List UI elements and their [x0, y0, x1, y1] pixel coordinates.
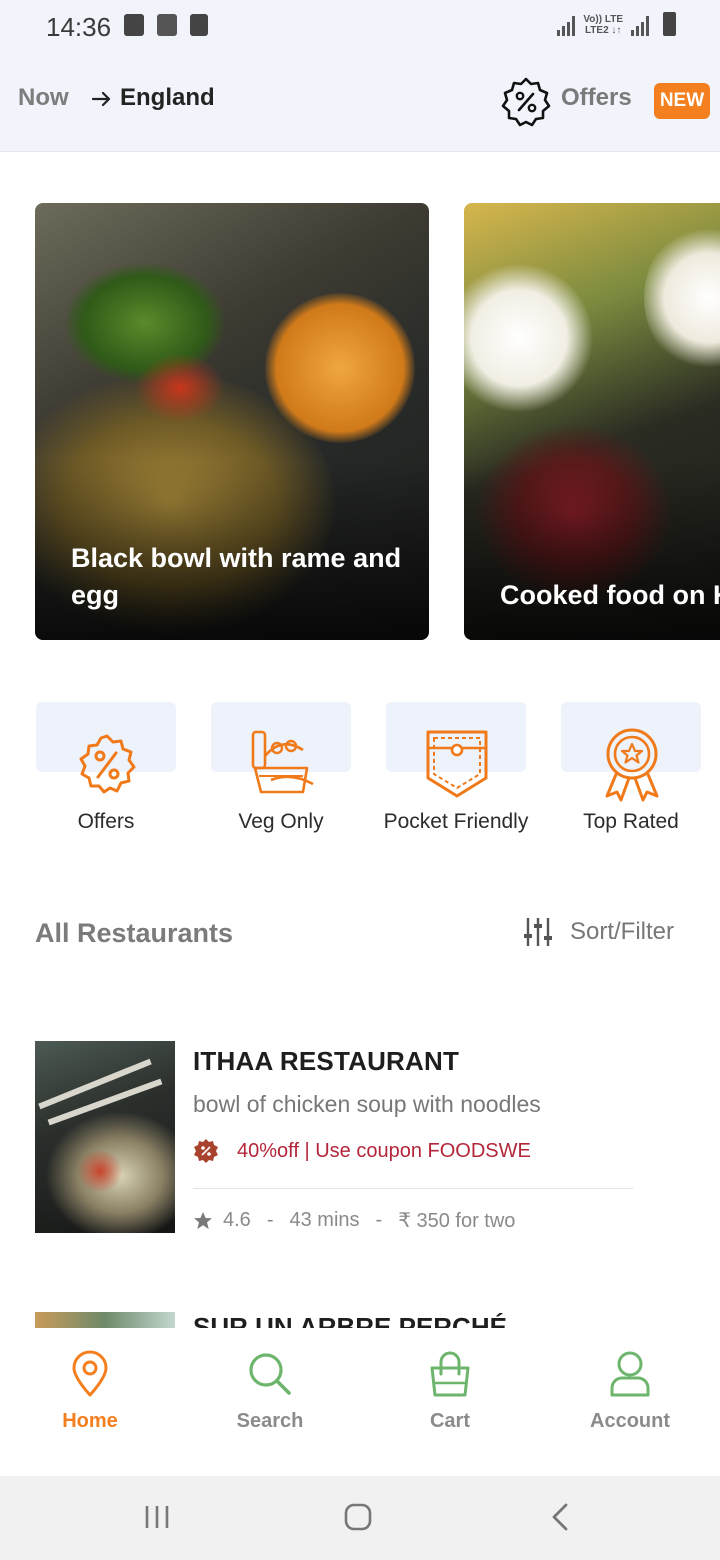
offer-badge-icon[interactable] — [500, 76, 552, 128]
restaurant-image[interactable] — [35, 1041, 175, 1233]
sort-filter-button[interactable]: Sort/Filter — [524, 916, 674, 948]
nav-cart[interactable]: Cart — [360, 1350, 540, 1433]
pocket-icon — [426, 730, 488, 798]
separator: - — [375, 1209, 383, 1231]
sort-filter-label: Sort/Filter — [570, 918, 675, 945]
back-button-icon[interactable] — [546, 1502, 576, 1532]
food-photo-pepper — [135, 353, 225, 423]
carousel-card[interactable]: Cooked food on Kahlo — [464, 203, 720, 640]
category-label: Pocket Friendly — [383, 810, 529, 833]
category-offers[interactable]: Offers — [36, 702, 176, 872]
category-veg-only[interactable]: Veg Only — [211, 702, 351, 872]
app-header: Now England Offers NEW — [0, 56, 720, 152]
nav-label: Home — [62, 1410, 118, 1432]
restaurant-name-text: SUR UN ARBRE PERCHÉ — [193, 1312, 507, 1328]
carousel-card[interactable]: Black bowl with rame and egg — [35, 203, 429, 640]
category-label: Offers — [77, 810, 135, 833]
nav-home[interactable]: Home — [0, 1350, 180, 1433]
restaurant-name[interactable]: ITHAA RESTAURANT — [193, 1046, 459, 1077]
discount-badge-icon — [194, 1139, 218, 1163]
lte-top-label: Vo)) LTE — [583, 14, 623, 25]
location-prefix[interactable]: Now — [18, 84, 69, 112]
food-photo-egg-2 — [644, 223, 720, 373]
offer-badge-icon — [79, 734, 136, 794]
star-icon — [194, 1211, 212, 1229]
offer-text: 40%off | Use coupon FOODSWE — [237, 1139, 531, 1162]
wifi-notification-icon — [157, 14, 177, 36]
category-pocket-friendly[interactable]: Pocket Friendly — [384, 702, 528, 872]
carousel-card-title: Black bowl with rame and egg — [71, 543, 402, 610]
veg-basket-icon — [251, 730, 314, 794]
nav-search[interactable]: Search — [180, 1350, 360, 1433]
section-title: All Restaurants — [35, 918, 234, 948]
nav-label: Cart — [429, 1410, 470, 1432]
home-button-icon[interactable] — [343, 1502, 373, 1532]
nav-label: Account — [590, 1410, 670, 1432]
restaurant-description: bowl of chicken soup with noodles — [193, 1091, 541, 1117]
divider — [193, 1188, 633, 1189]
location-pin-icon — [72, 1350, 108, 1397]
offers-link[interactable]: Offers — [561, 84, 632, 112]
award-ribbon-icon — [605, 728, 659, 802]
recent-apps-icon[interactable] — [142, 1502, 172, 1532]
signal-icon — [557, 16, 576, 36]
system-nav-bar — [0, 1476, 720, 1560]
restaurant-name[interactable]: SUR UN ARBRE PERCHÉ — [193, 1312, 513, 1328]
category-top-rated[interactable]: Top Rated — [561, 702, 701, 872]
rating: 4.6 — [223, 1209, 251, 1231]
search-icon — [249, 1353, 291, 1395]
category-label: Veg Only — [238, 810, 324, 833]
food-photo-chili — [75, 1151, 125, 1191]
sliders-icon — [524, 918, 552, 946]
status-bar: 14:36 Vo)) LTE LTE2 ↓↑ — [0, 0, 720, 56]
nav-label: Search — [236, 1410, 304, 1432]
network-type: Vo)) LTE LTE2 ↓↑ — [583, 14, 623, 36]
new-badge: NEW — [654, 83, 710, 119]
checkbox-notification-icon — [124, 14, 144, 36]
carousel-card-title-text: Cooked food on Kahlo — [500, 580, 720, 610]
shopping-bag-icon — [430, 1351, 470, 1397]
price-for-two: ₹ 350 for two — [398, 1210, 516, 1232]
battery-100-notification-icon — [190, 14, 208, 36]
restaurant-image[interactable] — [35, 1312, 175, 1328]
battery-icon — [663, 12, 676, 36]
delivery-time: 43 mins — [289, 1209, 360, 1231]
lte-bottom-label: LTE2 ↓↑ — [584, 25, 622, 36]
bottom-nav: Home Search Cart Account — [0, 1328, 720, 1476]
restaurant-meta: 4.6 - 43 mins - ₹ 350 for two — [193, 1208, 515, 1233]
carousel-card-title: Cooked food on Kahlo — [500, 577, 720, 614]
signal-icon-2 — [631, 16, 649, 36]
user-icon — [610, 1351, 650, 1397]
restaurant-offer: 40%off | Use coupon FOODSWE — [193, 1138, 531, 1164]
separator: - — [266, 1209, 274, 1231]
status-right-icons: Vo)) LTE LTE2 ↓↑ — [557, 12, 676, 36]
nav-account[interactable]: Account — [540, 1350, 720, 1433]
status-time: 14:36 — [46, 12, 112, 42]
location-name[interactable]: England — [120, 84, 215, 112]
category-label: Top Rated — [583, 810, 679, 833]
food-photo-egg — [464, 263, 594, 413]
arrow-right-icon — [92, 91, 111, 107]
